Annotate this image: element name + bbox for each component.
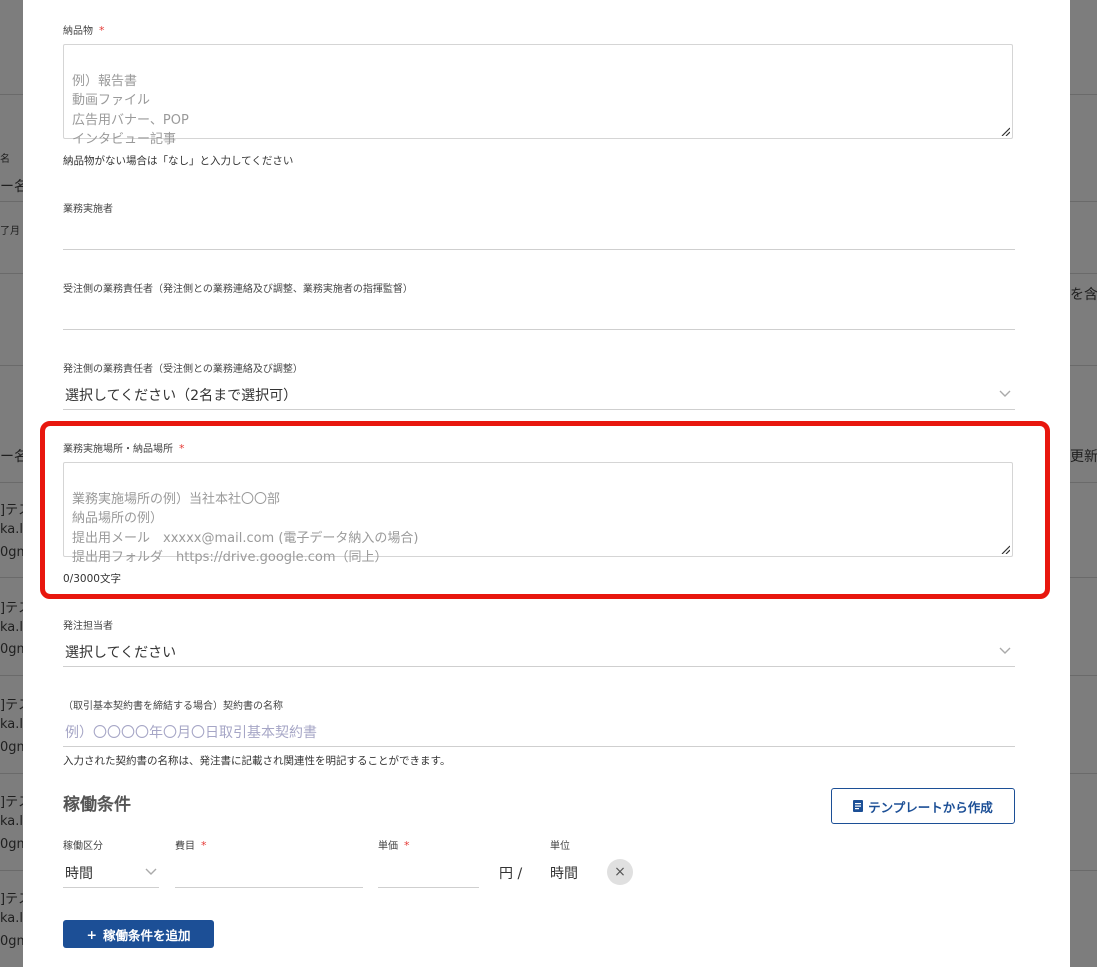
location-label: 業務実施場所・納品場所 * [63, 442, 185, 455]
unit-column-label: 単位 [550, 841, 570, 852]
deliverables-textarea[interactable]: 例）報告書 動画ファイル 広告用バナー、POP インタビュー記事 [63, 44, 1013, 147]
currency-suffix: 円 / [499, 866, 523, 882]
work-type-select[interactable]: 時間 [63, 858, 159, 888]
required-mark: * [179, 442, 185, 455]
contract-name-placeholder: 例）〇〇〇〇年〇月〇日取引基本契約書 [65, 725, 317, 741]
order-form-modal: 納品物 * 例）報告書 動画ファイル 広告用バナー、POP インタビュー記事 納品… [23, 0, 1070, 967]
deliverables-label: 納品物 * [63, 24, 105, 37]
chevron-down-icon [999, 390, 1011, 397]
order-staff-label: 発注担当者 [63, 621, 113, 632]
required-mark: * [99, 24, 105, 37]
unit-price-input[interactable] [378, 858, 479, 888]
bg-fragment: 名 [0, 154, 10, 165]
expense-item-input[interactable] [175, 858, 363, 888]
template-button-label: テンプレートから作成 [868, 799, 993, 815]
resize-handle-icon[interactable] [1000, 544, 1010, 554]
plus-icon: + [86, 926, 97, 942]
chevron-down-icon [145, 868, 157, 875]
contract-name-label: （取引基本契約書を締結する場合）契約書の名称 [63, 701, 283, 712]
order-staff-select[interactable]: 選択してください [63, 637, 1015, 667]
contractor-manager-label: 受注側の業務責任者（発注側との業務連絡及び調整、業務実施者の指揮監督） [63, 284, 413, 295]
close-icon: × [614, 864, 626, 880]
create-from-template-button[interactable]: テンプレートから作成 [831, 788, 1015, 824]
unit-price-column-label: 単価 * [378, 839, 410, 852]
required-mark: * [404, 839, 410, 852]
orderer-manager-selected: 選択してください（2名まで選択可） [65, 388, 298, 404]
deliverables-hint: 納品物がない場合は「なし」と入力してください [63, 155, 294, 167]
required-mark: * [201, 839, 207, 852]
contract-name-input[interactable]: 例）〇〇〇〇年〇月〇日取引基本契約書 [63, 717, 1015, 747]
unit-value: 時間 [550, 866, 578, 882]
orderer-manager-label: 発注側の業務責任者（受注側との業務連絡及び調整） [63, 364, 303, 375]
type-column-label: 稼働区分 [63, 841, 103, 852]
add-button-label: 稼働条件を追加 [102, 927, 191, 943]
resize-handle-icon[interactable] [1000, 126, 1010, 136]
executor-label: 業務実施者 [63, 204, 113, 215]
chevron-down-icon [999, 647, 1011, 654]
orderer-manager-select[interactable]: 選択してください（2名まで選択可） [63, 380, 1015, 410]
contractor-manager-input[interactable] [63, 302, 1015, 330]
contract-name-hint: 入力された契約書の名称は、発注書に記載され関連性を明記することができます。 [63, 755, 451, 767]
bg-fragment: 了月 [0, 226, 20, 237]
bg-fragment: を含 [1070, 287, 1097, 303]
location-placeholder: 業務実施場所の例）当社本社〇〇部 納品場所の例） 提出用メール xxxxx@ma… [72, 491, 419, 566]
location-char-counter: 0/3000文字 [63, 573, 121, 585]
item-column-label: 費目 * [175, 839, 207, 852]
document-icon [853, 800, 864, 812]
executor-input[interactable] [63, 222, 1015, 250]
location-textarea[interactable]: 業務実施場所の例）当社本社〇〇部 納品場所の例） 提出用メール xxxxx@ma… [63, 462, 1013, 565]
deliverables-placeholder: 例）報告書 動画ファイル 広告用バナー、POP インタビュー記事 [72, 73, 189, 148]
remove-row-button[interactable]: × [607, 859, 633, 885]
order-staff-selected: 選択してください [65, 645, 177, 661]
bg-fragment: 更新 [1070, 449, 1097, 465]
add-working-condition-button[interactable]: + 稼働条件を追加 [63, 920, 214, 948]
work-type-value: 時間 [65, 866, 93, 882]
working-conditions-title: 稼働条件 [63, 795, 131, 815]
